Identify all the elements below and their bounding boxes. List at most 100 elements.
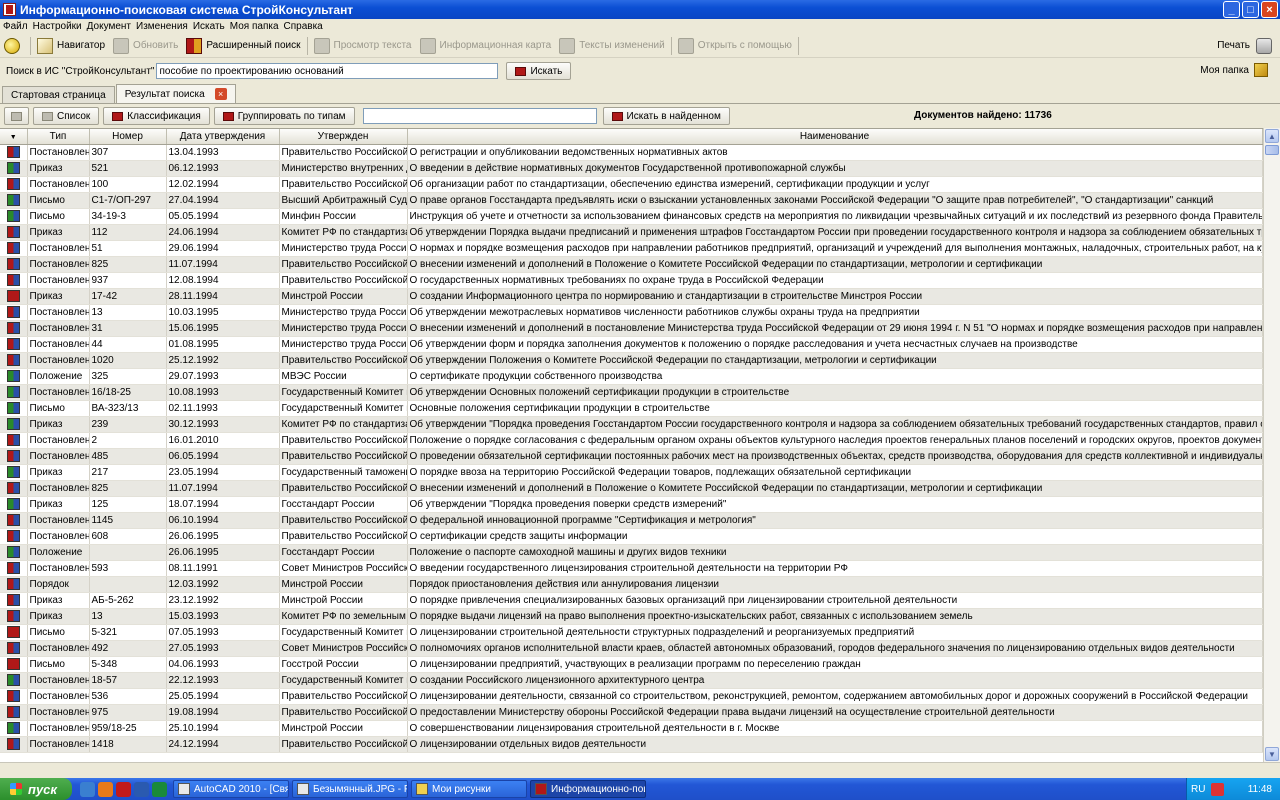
table-row[interactable]: Письмо С1-7/ОП-297 27.04.1994 Высший Арбитр…: [0, 192, 1263, 209]
document-icon: [6, 354, 20, 366]
table-row[interactable]: Постановление53625.05.1994Правительство …: [0, 688, 1263, 705]
navigator-button[interactable]: Навигатор: [33, 35, 109, 57]
table-row[interactable]: Постановление4401.08.1995Министерство тр…: [0, 336, 1263, 353]
word-icon[interactable]: [134, 781, 149, 797]
task-stroykonsultant[interactable]: Информационно-пои...: [530, 780, 646, 798]
close-button[interactable]: ×: [1261, 1, 1278, 18]
table-row[interactable]: Постановление49227.05.1993Совет Министро…: [0, 640, 1263, 657]
table-row[interactable]: Приказ 17-42 28.11.1994 Минстрой России О со…: [0, 288, 1263, 305]
menu-help[interactable]: Справка: [283, 21, 327, 32]
print-button[interactable]: Печать: [1213, 35, 1280, 57]
refresh-button[interactable]: Обновить: [109, 35, 182, 57]
table-row[interactable]: Постановление82511.07.1994Правительство …: [0, 256, 1263, 273]
classification-button[interactable]: Классификация: [103, 107, 210, 125]
table-row[interactable]: Постановление114506.10.1994Правительство…: [0, 512, 1263, 529]
maximize-button[interactable]: □: [1242, 1, 1259, 18]
my-folder-button[interactable]: Моя папка: [1200, 63, 1268, 77]
menu-changes[interactable]: Изменения: [135, 21, 192, 32]
column-header-date[interactable]: Дата утверждения: [166, 129, 280, 145]
table-row[interactable]: Постановление102025.12.1992Правительство…: [0, 352, 1263, 369]
table-row[interactable]: Постановление16/18-2510.08.1993Государст…: [0, 384, 1263, 401]
task-my-pictures[interactable]: Мои рисунки: [411, 780, 527, 798]
settings-small-button[interactable]: [4, 107, 29, 125]
tab-start-page[interactable]: Стартовая страница: [2, 86, 115, 103]
column-header-type[interactable]: Тип: [27, 129, 90, 145]
column-header-title[interactable]: Наименование: [407, 129, 1263, 145]
table-row[interactable]: Письмо 5-348 04.06.1993 Госстрой России О ли…: [0, 656, 1263, 673]
view-text-button[interactable]: Просмотр текста: [310, 35, 416, 57]
minimize-button[interactable]: _: [1223, 1, 1240, 18]
open-with-button[interactable]: Открыть с помощью: [674, 35, 796, 57]
clock: 11:48: [1247, 783, 1272, 795]
table-row[interactable]: Постановление18-5722.12.1993Государствен…: [0, 672, 1263, 689]
table-row[interactable]: Письмо 5-321 07.05.1993 Государственный Ком…: [0, 624, 1263, 641]
scroll-thumb[interactable]: [1265, 145, 1279, 155]
column-header-approved-by[interactable]: Утвержден: [279, 129, 408, 145]
app-logo-button[interactable]: [0, 35, 28, 57]
language-indicator[interactable]: RU: [1191, 784, 1205, 795]
menu-document[interactable]: Документ: [86, 21, 135, 32]
table-row[interactable]: Постановление97519.08.1994Правительство …: [0, 704, 1263, 721]
table-row[interactable]: Постановление216.01.2010Правительство Ро…: [0, 432, 1263, 449]
table-row[interactable]: Постановление10012.02.1994Правительство …: [0, 176, 1263, 193]
cell-number: 44: [89, 336, 167, 353]
table-row[interactable]: Постановление59308.11.1991Совет Министро…: [0, 560, 1263, 577]
close-tab-icon[interactable]: ×: [214, 88, 227, 100]
row-icon-cell: [0, 384, 28, 401]
table-row[interactable]: Постановление82511.07.1994Правительство …: [0, 480, 1263, 497]
menu-my-folder[interactable]: Моя папка: [229, 21, 283, 32]
table-row[interactable]: Приказ 217 23.05.1994 Государственный тамож…: [0, 464, 1263, 481]
menu-file[interactable]: Файл: [2, 21, 32, 32]
antivirus-icon[interactable]: [1211, 782, 1225, 796]
search-button[interactable]: Искать: [506, 62, 572, 80]
table-row[interactable]: Постановление141824.12.1994Правительство…: [0, 736, 1263, 753]
cell-type: Постановление: [27, 320, 90, 337]
vertical-scrollbar[interactable]: ▲ ▼: [1263, 128, 1280, 762]
search-in-found-input[interactable]: [362, 108, 597, 124]
menu-search[interactable]: Искать: [192, 21, 229, 32]
list-view-button[interactable]: Список: [33, 107, 100, 125]
table-row[interactable]: Постановление1310.03.1995Министерство тр…: [0, 304, 1263, 321]
table-row[interactable]: Положение 26.06.1995 Госстандарт России Пол…: [0, 544, 1263, 561]
start-button[interactable]: пуск: [0, 778, 72, 800]
table-row[interactable]: Приказ АБ-5-262 23.12.1992 Минстрой России О…: [0, 592, 1263, 609]
table-row[interactable]: Приказ 112 24.06.1994 Комитет РФ по стандар…: [0, 224, 1263, 241]
firefox-icon[interactable]: [98, 781, 113, 797]
cell-type: Постановление: [27, 736, 90, 753]
column-header-icon[interactable]: ▼: [0, 129, 28, 145]
cell-type: Положение: [27, 368, 90, 385]
table-row[interactable]: Приказ 521 06.12.1993 Министерство внутренн…: [0, 160, 1263, 177]
search-input[interactable]: [156, 63, 499, 79]
table-row[interactable]: Постановление60826.06.1995Правительство …: [0, 528, 1263, 545]
table-row[interactable]: Постановление3115.06.1995Министерство тр…: [0, 320, 1263, 337]
excel-icon[interactable]: [152, 781, 167, 797]
table-row[interactable]: Постановление30713.04.1993Правительство …: [0, 144, 1263, 161]
ie-icon[interactable]: [80, 781, 95, 797]
menu-settings[interactable]: Настройки: [32, 21, 86, 32]
advanced-search-button[interactable]: Расширенный поиск: [182, 35, 304, 57]
column-header-number[interactable]: Номер: [89, 129, 167, 145]
table-row[interactable]: Приказ 239 30.12.1993 Комитет РФ по стандар…: [0, 416, 1263, 433]
group-by-type-button[interactable]: Группировать по типам: [213, 107, 355, 125]
table-row[interactable]: Приказ 13 15.03.1993 Комитет РФ по земельны…: [0, 608, 1263, 625]
table-row[interactable]: Положение 325 29.07.1993 МВЭС России О серти…: [0, 368, 1263, 385]
task-autocad[interactable]: AutoCAD 2010 - [Свя...: [173, 780, 289, 798]
tab-search-result[interactable]: Результат поиска ×: [115, 84, 236, 103]
search-in-found-button[interactable]: Искать в найденном: [602, 107, 730, 125]
scroll-up-icon[interactable]: ▲: [1265, 129, 1279, 143]
opera-icon[interactable]: [116, 781, 131, 797]
table-row[interactable]: Постановление93712.08.1994Правительство …: [0, 272, 1263, 289]
table-row[interactable]: Письмо 34-19-3 05.05.1994 Минфин России Инст…: [0, 208, 1263, 225]
table-row[interactable]: Постановление959/18-2525.10.1994Минстрой…: [0, 720, 1263, 737]
table-row[interactable]: Письмо ВА-323/13 02.11.1993 Государственный…: [0, 400, 1263, 417]
task-paint[interactable]: Безымянный.JPG - P...: [292, 780, 408, 798]
row-icon-cell: [0, 256, 28, 273]
table-row[interactable]: Постановление48506.05.1994Правительство …: [0, 448, 1263, 465]
table-row[interactable]: Порядок 12.03.1992 Минстрой России Порядок …: [0, 576, 1263, 593]
table-row[interactable]: Постановление5129.06.1994Министерство тр…: [0, 240, 1263, 257]
scroll-down-icon[interactable]: ▼: [1265, 747, 1279, 761]
cell-title: О полномочиях органов исполнительной вла…: [407, 640, 1263, 657]
table-row[interactable]: Приказ 125 18.07.1994 Госстандарт России Об …: [0, 496, 1263, 513]
info-card-button[interactable]: Информационная карта: [416, 35, 556, 57]
change-texts-button[interactable]: Тексты изменений: [555, 35, 669, 57]
